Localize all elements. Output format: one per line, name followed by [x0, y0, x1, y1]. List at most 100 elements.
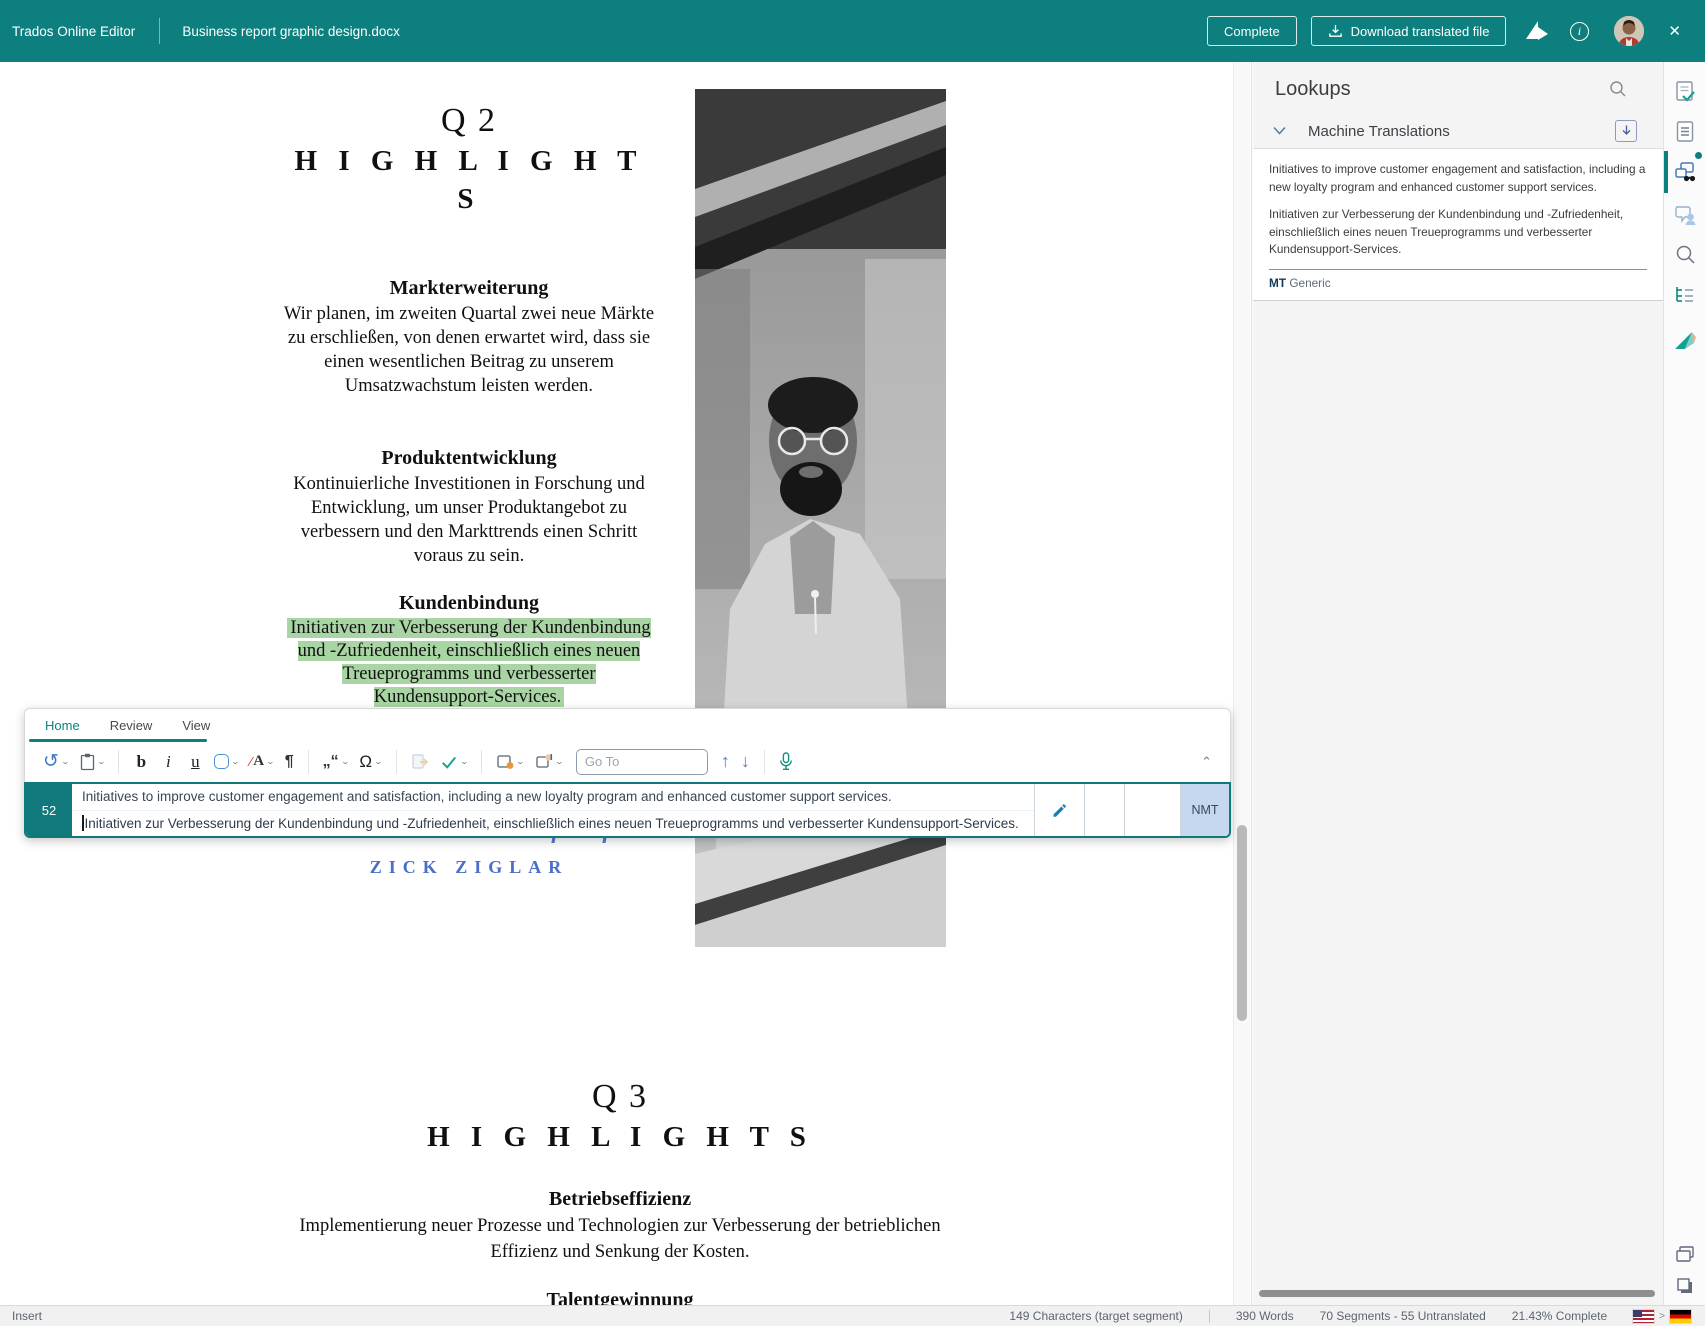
tab-view[interactable]: View — [182, 718, 210, 733]
undo-icon: ↺ — [43, 752, 59, 771]
info-icon[interactable]: i — [1562, 22, 1596, 41]
lookups-search-icon[interactable] — [1609, 80, 1627, 103]
mt-result-card[interactable]: Initiatives to improve customer engageme… — [1253, 148, 1663, 301]
toolbar-divider — [308, 750, 309, 774]
chevron-down-icon[interactable]: ⌄ — [516, 757, 525, 766]
chevron-down-icon[interactable]: ⌄ — [555, 757, 564, 766]
document-scrollbar[interactable] — [1233, 62, 1250, 1305]
segment-status-button[interactable]: ⌄ — [531, 748, 567, 776]
bold-icon: b — [133, 752, 149, 772]
toolbar-divider — [396, 750, 397, 774]
user-avatar[interactable] — [1614, 16, 1644, 46]
segment-row: 52 Initiatives to improve customer engag… — [24, 782, 1231, 838]
app-title: Trados Online Editor — [12, 24, 135, 39]
previous-segment-icon[interactable]: ↑ — [717, 751, 734, 772]
document-preview-area[interactable]: Q 2 H I G H L I G H T S Markterweiterung… — [0, 62, 1252, 1305]
apply-translation-icon[interactable] — [1615, 120, 1637, 142]
segment-status-cell[interactable] — [1035, 784, 1085, 836]
q2-title: Q 2 — [283, 100, 655, 142]
us-flag-icon — [1633, 1310, 1654, 1323]
bold-button[interactable]: b — [129, 748, 153, 776]
character-count: 149 Characters (target segment) — [1009, 1309, 1182, 1323]
language-pair: > — [1633, 1310, 1691, 1323]
de-flag-icon — [1670, 1310, 1691, 1323]
quick-insert-quotes-button[interactable]: „“⌄ — [319, 748, 353, 776]
active-tab-underline — [29, 739, 207, 742]
rail-document-structure-icon[interactable] — [1664, 275, 1705, 315]
underline-button[interactable]: u — [183, 748, 207, 776]
undo-button[interactable]: ↺⌄ — [39, 748, 73, 776]
statusbar: Insert 149 Characters (target segment) 3… — [0, 1305, 1705, 1326]
quotes-icon: „“ — [323, 753, 339, 771]
statusbar-stats: 149 Characters (target segment) 390 Word… — [1009, 1309, 1691, 1323]
tab-home[interactable]: Home — [45, 718, 80, 733]
segment-source: Initiatives to improve customer engageme… — [72, 784, 1034, 810]
tab-review[interactable]: Review — [110, 718, 153, 733]
chevron-down-icon[interactable]: ⌄ — [266, 757, 275, 766]
italic-button[interactable]: i — [156, 748, 180, 776]
clear-formatting-button[interactable]: ∕A⌄ — [246, 748, 278, 776]
segment-target-editor[interactable]: Initiativen zur Verbesserung der Kundenb… — [72, 810, 1034, 837]
complete-button[interactable]: Complete — [1207, 16, 1297, 46]
chevron-down-icon[interactable]: ⌄ — [61, 757, 70, 766]
dictation-button[interactable] — [775, 748, 797, 776]
doc-heading: Kundenbindung — [283, 590, 655, 617]
show-formatting-button[interactable]: ¶ — [281, 748, 298, 776]
paste-button[interactable]: ⌄ — [76, 748, 109, 776]
topbar-divider — [159, 18, 160, 44]
chevron-down-icon[interactable]: ⌄ — [340, 757, 349, 766]
draft-pencil-icon — [1051, 802, 1068, 819]
next-segment-icon[interactable]: ↓ — [737, 751, 754, 772]
main-area: Q 2 H I G H L I G H T S Markterweiterung… — [0, 62, 1705, 1305]
doc-heading: Talentgewinnung — [295, 1287, 945, 1305]
text-highlight-button[interactable]: ⌄ — [210, 748, 243, 776]
collapse-toolbar-icon[interactable]: ⌃ — [1201, 754, 1220, 770]
segment-text-cell: Initiatives to improve customer engageme… — [72, 784, 1035, 836]
rail-copy-window-icon[interactable] — [1664, 1266, 1705, 1306]
q3-title: Q 3 — [295, 1076, 945, 1118]
q3-subtitle: H I G H L I G H T S — [295, 1118, 945, 1156]
download-translated-file-button[interactable]: Download translated file — [1311, 16, 1507, 46]
track-changes-button[interactable]: ⌄ — [492, 748, 528, 776]
chevron-down-icon[interactable]: ⌄ — [231, 757, 240, 766]
download-icon — [1328, 24, 1343, 39]
pilcrow-icon: ¶ — [285, 753, 294, 771]
ribbon-tabs: Home Review View — [25, 709, 1230, 741]
mt-target-text: Initiativen zur Verbesserung der Kundenb… — [1269, 206, 1647, 259]
mt-card-divider — [1269, 269, 1647, 270]
segment-count: 70 Segments - 55 Untranslated — [1320, 1309, 1486, 1323]
omega-icon: Ω — [359, 752, 372, 772]
toolbar-divider — [764, 750, 765, 774]
chevron-down-icon[interactable]: ⌄ — [374, 757, 383, 766]
microphone-icon — [779, 752, 793, 771]
confirm-segment-button[interactable]: ⌄ — [436, 748, 472, 776]
rail-find-icon[interactable] — [1664, 234, 1705, 274]
special-character-button[interactable]: Ω⌄ — [355, 748, 385, 776]
chevron-down-icon[interactable]: ⌄ — [459, 757, 468, 766]
clipboard-icon — [80, 753, 95, 771]
underline-icon: u — [187, 752, 203, 772]
lookups-hscrollbar-thumb[interactable] — [1259, 1290, 1655, 1297]
document-scrollbar-thumb[interactable] — [1237, 825, 1247, 1021]
rail-trados-assistant-icon[interactable] — [1664, 320, 1705, 360]
rail-mt-lookups-icon[interactable] — [1664, 152, 1705, 192]
segment-flags-cell[interactable] — [1085, 784, 1125, 836]
document-name: Business report graphic design.docx — [182, 24, 400, 39]
lookups-title: Lookups — [1275, 78, 1351, 101]
topbar: Trados Online Editor Business report gra… — [0, 0, 1705, 62]
copy-source-button[interactable] — [407, 748, 433, 776]
chevron-down-icon[interactable]: ⌄ — [96, 757, 105, 766]
chevron-down-icon[interactable] — [1273, 122, 1286, 140]
trados-logo-icon[interactable] — [1520, 19, 1554, 43]
machine-translations-header[interactable]: Machine Translations — [1253, 114, 1663, 148]
segment-comments-cell[interactable] — [1125, 784, 1181, 836]
close-icon[interactable]: ✕ — [1668, 22, 1681, 40]
goto-input[interactable] — [576, 749, 708, 775]
toolbar-divider — [118, 750, 119, 774]
rail-comments-icon[interactable] — [1664, 195, 1705, 235]
rail-qa-check-icon[interactable] — [1664, 72, 1705, 112]
machine-translations-label: Machine Translations — [1308, 123, 1450, 140]
rail-preview-document-icon[interactable] — [1664, 112, 1705, 152]
text-cursor — [82, 815, 84, 831]
segment-number: 52 — [26, 784, 72, 836]
